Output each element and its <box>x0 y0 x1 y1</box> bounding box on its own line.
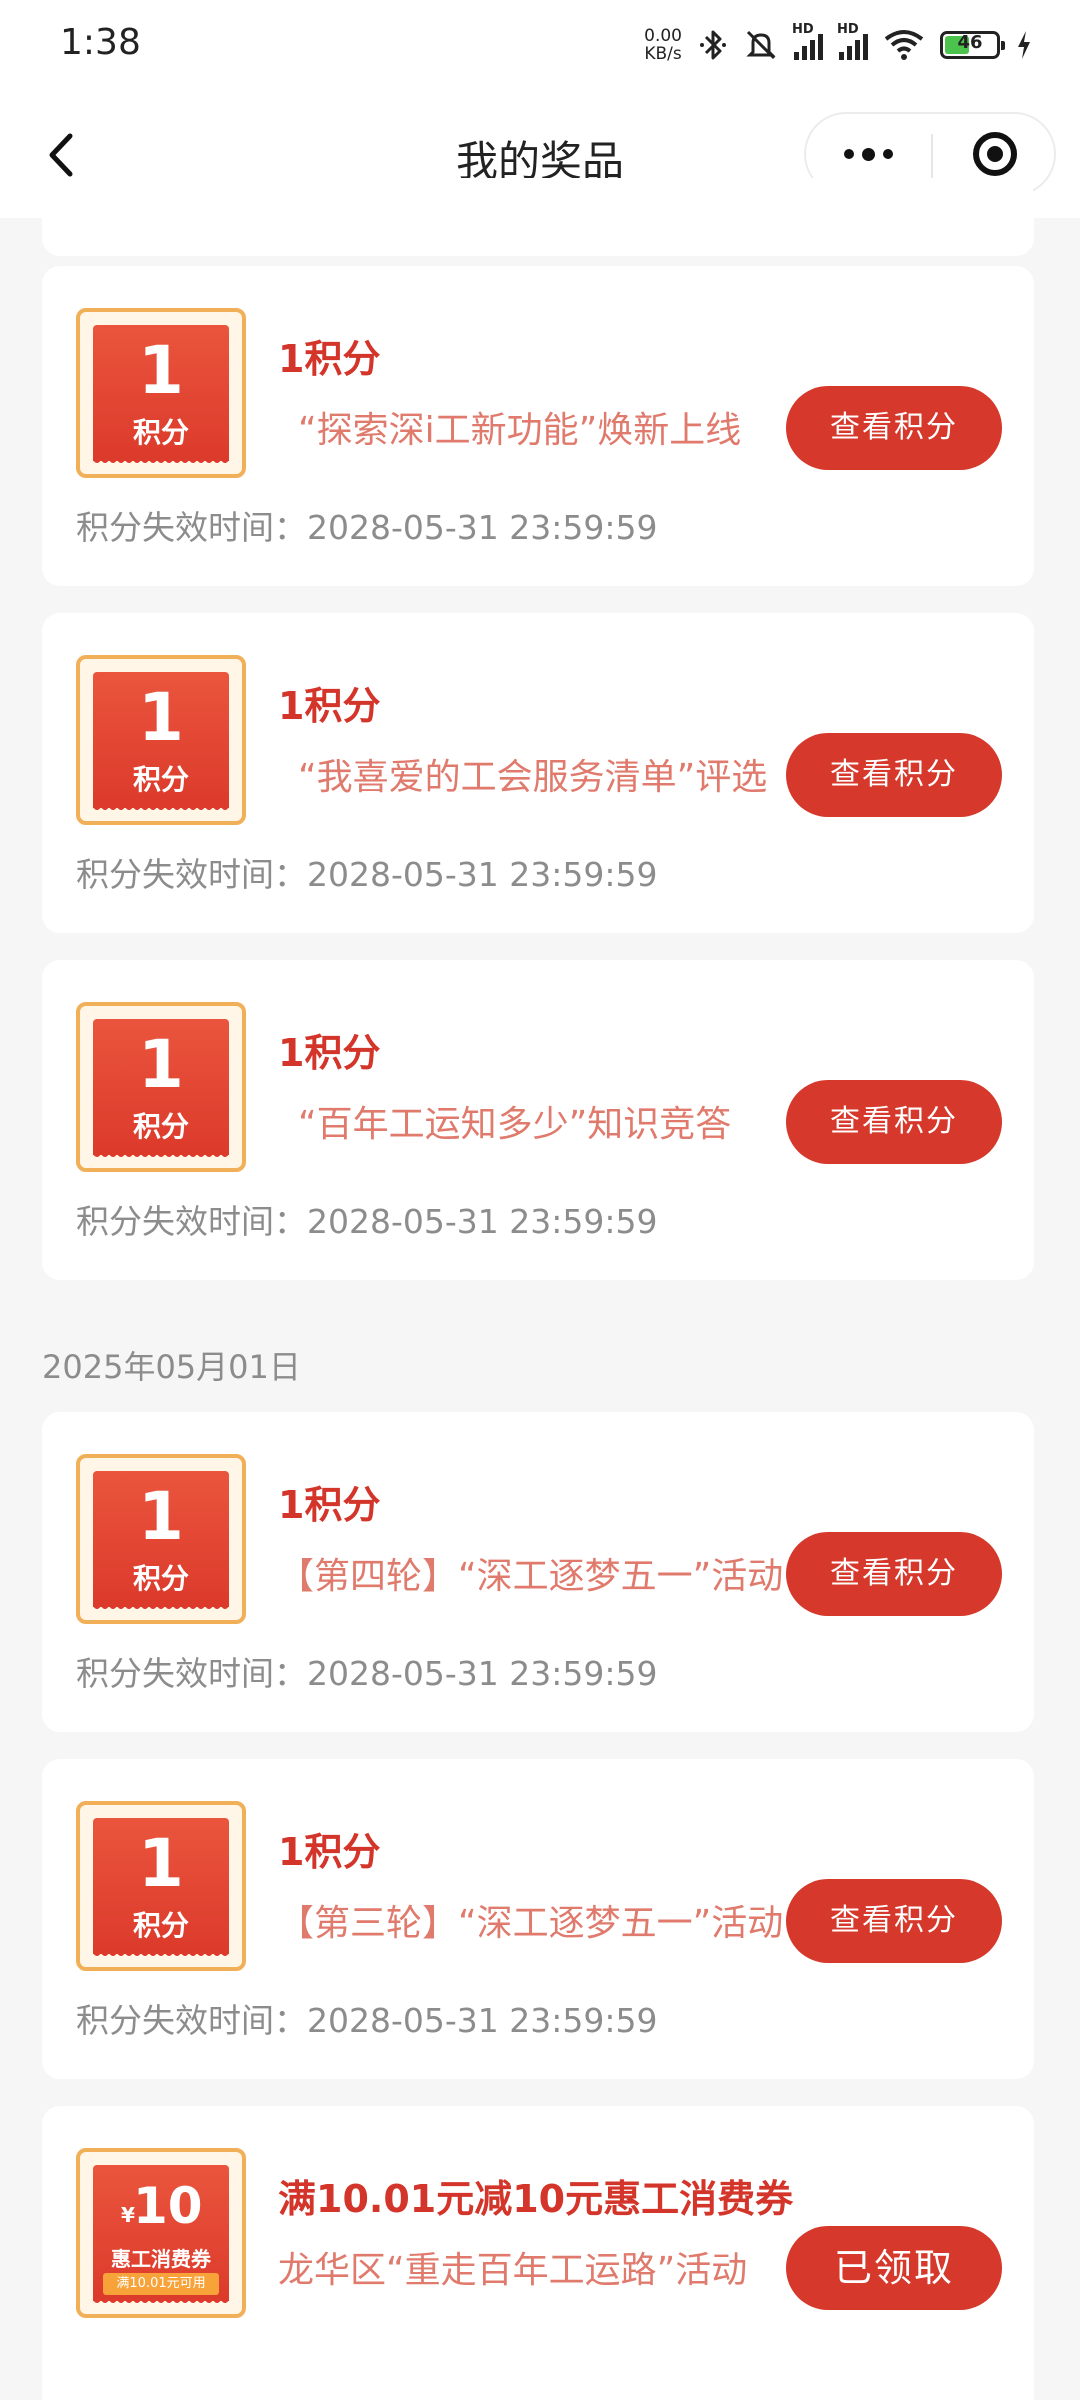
expire-time: 积分失效时间：2028-05-31 23:59:59 <box>76 2001 658 2040</box>
points-badge: 1 积分 <box>76 308 246 478</box>
points-badge: 1 积分 <box>76 1454 246 1624</box>
battery-icon: 46 <box>940 31 1005 59</box>
claimed-button[interactable]: 已领取 <box>786 2226 1002 2310</box>
mute-bell-icon <box>746 30 776 60</box>
prize-description: “探索深i工新功能”焕新上线 <box>298 410 742 451</box>
prize-title: 1积分 <box>278 337 381 381</box>
coupon-card: ¥ 10 惠工消费券 满10.01元可用 满10.01元减10元惠工消费券 龙华… <box>42 2106 1034 2400</box>
prize-card: 1 积分 1积分 【第四轮】“深工逐梦五一”活动 查看积分 积分失效时间：202… <box>42 1412 1034 1732</box>
expire-time: 积分失效时间：2028-05-31 23:59:59 <box>76 1202 658 1241</box>
prize-card: 1 积分 1积分 “探索深i工新功能”焕新上线 查看积分 积分失效时间：2028… <box>42 266 1034 586</box>
prize-description: “百年工运知多少”知识竞答 <box>298 1104 732 1145</box>
prize-description: 【第三轮】“深工逐梦五一”活动 <box>278 1903 784 1944</box>
prize-title: 1积分 <box>278 684 381 728</box>
status-bar: 1:38 0.00 KB/s HD HD 46 <box>0 0 1080 90</box>
prize-card: 1 积分 1积分 “我喜爱的工会服务清单”评选 查看积分 积分失效时间：2028… <box>42 613 1034 933</box>
network-speed: 0.00 KB/s <box>644 26 682 64</box>
status-icons: 0.00 KB/s HD HD 46 <box>644 22 1032 68</box>
target-icon <box>972 132 1017 176</box>
bluetooth-icon <box>700 30 726 60</box>
prize-description: “我喜爱的工会服务清单”评选 <box>298 757 768 798</box>
prize-card: 1 积分 1积分 “百年工运知多少”知识竞答 查看积分 积分失效时间：2028-… <box>42 960 1034 1280</box>
wifi-icon <box>884 30 924 60</box>
date-header: 2025年05月01日 <box>42 1348 301 1386</box>
prize-title: 1积分 <box>278 1031 381 1075</box>
more-dots-icon <box>844 149 854 159</box>
charging-icon <box>1018 31 1030 59</box>
coupon-badge: ¥ 10 惠工消费券 满10.01元可用 <box>76 2148 246 2318</box>
view-points-button[interactable]: 查看积分 <box>786 1080 1002 1164</box>
previous-card-edge <box>42 178 1034 256</box>
points-badge: 1 积分 <box>76 1801 246 1971</box>
signal-icon-2: HD <box>837 22 868 60</box>
expire-time: 积分失效时间：2028-05-31 23:59:59 <box>76 855 658 894</box>
view-points-button[interactable]: 查看积分 <box>786 733 1002 817</box>
view-points-button[interactable]: 查看积分 <box>786 1879 1002 1963</box>
prize-title: 1积分 <box>278 1483 381 1527</box>
prize-description: 【第四轮】“深工逐梦五一”活动 <box>278 1556 784 1597</box>
view-points-button[interactable]: 查看积分 <box>786 386 1002 470</box>
status-time: 1:38 <box>60 22 141 63</box>
points-badge: 1 积分 <box>76 655 246 825</box>
points-badge: 1 积分 <box>76 1002 246 1172</box>
prize-title: 1积分 <box>278 1830 381 1874</box>
signal-icon-1: HD <box>792 22 823 60</box>
coupon-description: 龙华区“重走百年工运路”活动 <box>278 2250 748 2291</box>
view-points-button[interactable]: 查看积分 <box>786 1532 1002 1616</box>
coupon-title: 满10.01元减10元惠工消费券 <box>278 2177 794 2221</box>
prize-card: 1 积分 1积分 【第三轮】“深工逐梦五一”活动 查看积分 积分失效时间：202… <box>42 1759 1034 2079</box>
expire-time: 积分失效时间：2028-05-31 23:59:59 <box>76 1654 658 1693</box>
expire-time: 积分失效时间：2028-05-31 23:59:59 <box>76 508 658 547</box>
